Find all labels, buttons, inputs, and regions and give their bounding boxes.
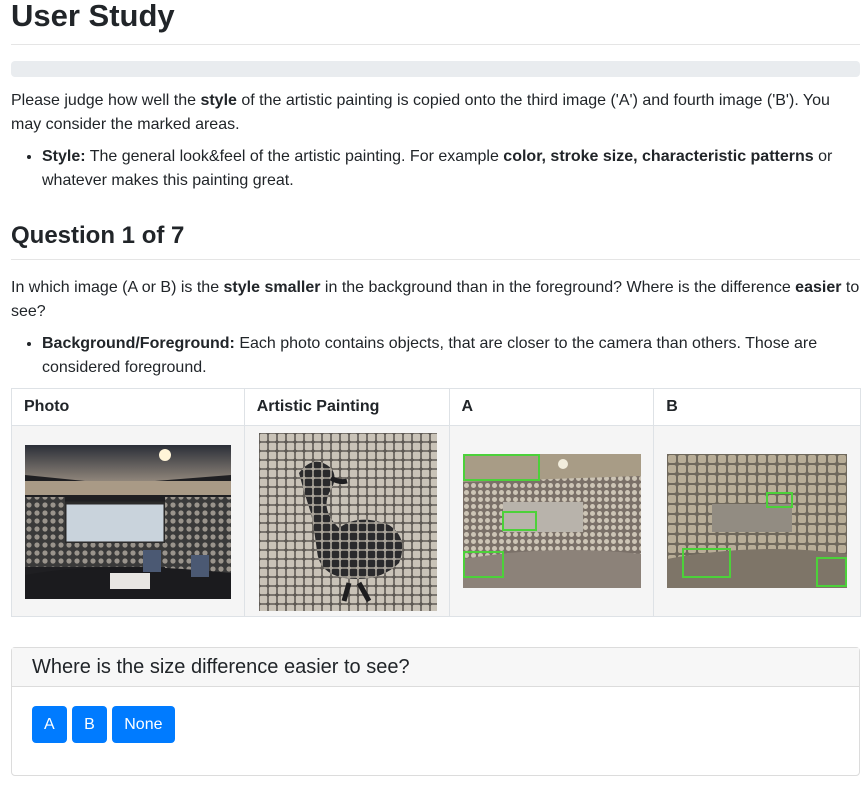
page-container: User Study Please judge how well the sty… [11,0,861,776]
header-artistic-painting: Artistic Painting [243,388,450,426]
marker-b-3 [816,557,848,587]
marker-a-1 [462,454,540,481]
instructions-list: Style: The general look&feel of the arti… [11,145,860,193]
question-bold: style smaller [223,279,321,296]
title-divider [11,44,860,45]
answer-none-button[interactable]: None [112,706,175,743]
question-text: In which image (A or B) is the style sma… [11,276,860,324]
header-a: A [448,388,655,426]
result-a-cell [448,425,655,617]
marker-a-2 [501,511,537,531]
style-label: Style: [42,148,86,165]
foreground-definition: Background/Foreground: Each photo contai… [42,332,860,380]
marker-b-1 [766,492,794,508]
question-bold: easier [795,279,842,296]
answer-card-header: Where is the size difference easier to s… [12,648,859,687]
progress-bar [11,61,860,77]
result-b-cell [653,425,861,617]
instructions-bold: style [200,92,237,109]
painting-cell [243,425,450,617]
style-definition: Style: The general look&feel of the arti… [42,145,860,193]
photo-image [25,445,231,599]
photo-cell [11,425,245,617]
header-b: B [653,388,861,426]
image-table: Photo Artistic Painting A B [11,388,861,617]
page-title: User Study [11,0,175,33]
answer-button-group: A B None [32,706,176,743]
question-part: In which image (A or B) is the [11,279,224,296]
question-list: Background/Foreground: Each photo contai… [11,332,860,380]
question-part: in the background than in the foreground… [320,279,796,296]
answer-b-button[interactable]: B [72,706,107,743]
artistic-painting-image [258,433,437,611]
marker-b-2 [682,548,732,578]
instructions-part: Please judge how well the [11,92,201,109]
style-text: The general look&feel of the artistic pa… [85,148,504,165]
instructions-text: Please judge how well the style of the a… [11,89,860,137]
table-image-row [11,425,861,617]
answer-a-button[interactable]: A [32,706,67,743]
foreground-label: Background/Foreground: [42,335,235,352]
marker-a-3 [462,551,504,578]
answer-card: Where is the size difference easier to s… [11,647,860,776]
header-photo: Photo [11,388,245,426]
table-header-row: Photo Artistic Painting A B [11,388,861,426]
style-bold: color, stroke size, characteristic patte… [503,148,814,165]
question-heading: Question 1 of 7 [11,222,185,249]
question-divider [11,259,860,260]
